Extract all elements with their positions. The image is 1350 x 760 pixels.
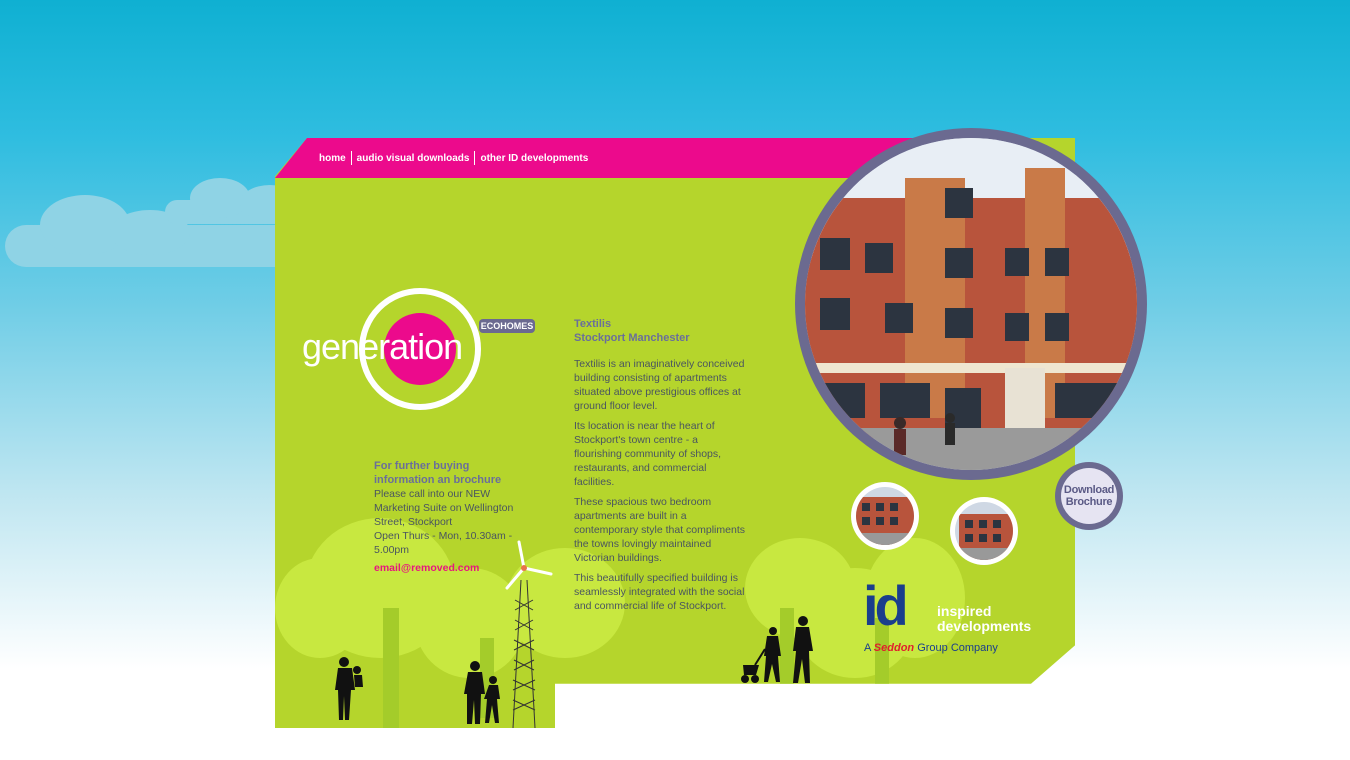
email-link[interactable]: email@removed.com [374,562,479,574]
walkers-silhouette-icon [464,661,500,724]
tagline-suffix: Group Company [917,642,998,654]
description-paragraph: Textilis is an imaginatively conceived b… [574,358,745,412]
nav-audio-visual-link[interactable]: audio visual downloads [352,153,475,164]
thumbnail-image [856,487,914,545]
seddon-brand: Seddon [873,642,915,654]
development-title: Textilis [574,318,612,330]
wordmark-part-1: gen [302,326,360,367]
download-brochure-label: Download Brochure [1061,468,1117,524]
building-photo [795,128,1147,480]
inspired-developments-logo: id inspired developments A Seddon Group … [863,574,1063,660]
brand-line-1: inspired [937,603,992,619]
development-location: Stockport Manchester [574,332,690,344]
download-brochure-button[interactable]: Download Brochure [1055,462,1123,530]
nav-other-developments-link[interactable]: other ID developments [475,153,593,164]
top-nav: home audio visual downloads other ID dev… [319,151,593,165]
generation-wordmark: generation [302,326,463,367]
contact-body: Please call into our NEW Marketing Suite… [374,488,514,528]
brand-line-2: developments [937,618,1032,634]
description-paragraph: These spacious two bedroom apartments ar… [574,496,745,564]
download-line-1: Download [1063,484,1115,496]
group-tagline: A Seddon Group Company [864,642,998,654]
brand-words: inspired developments [937,604,1031,634]
description-paragraph: Its location is near the heart of Stockp… [574,420,722,488]
id-mark: id [863,574,909,637]
wordmark-part-2: era [359,326,409,367]
generation-logo: ECOHOMES generation [300,285,545,415]
family-silhouette-icon [335,657,363,720]
ecohomes-badge: ECOHOMES [480,321,534,331]
description-paragraph: This beautifully specified building is s… [574,572,745,612]
building-image [805,138,1137,470]
opening-hours: Open Thurs - Mon, 10.30am - 5.00pm [374,530,513,556]
wordmark-part-3: tion [408,326,463,367]
pedestrians-silhouette-icon [741,616,813,683]
thumbnail-image [955,502,1013,560]
tagline-prefix: A [864,642,871,654]
contact-block: For further buying information an brochu… [374,459,522,575]
nav-home-link[interactable]: home [319,153,351,164]
gallery-thumbnail-1[interactable] [851,482,919,550]
download-line-2: Brochure [1065,496,1113,508]
development-description: Textilis Stockport Manchester Textilis i… [574,317,746,619]
gallery-thumbnail-2[interactable] [950,497,1018,565]
tree-trunk [383,608,399,728]
tree-decoration [275,558,365,658]
contact-heading: For further buying information an brochu… [374,460,502,486]
